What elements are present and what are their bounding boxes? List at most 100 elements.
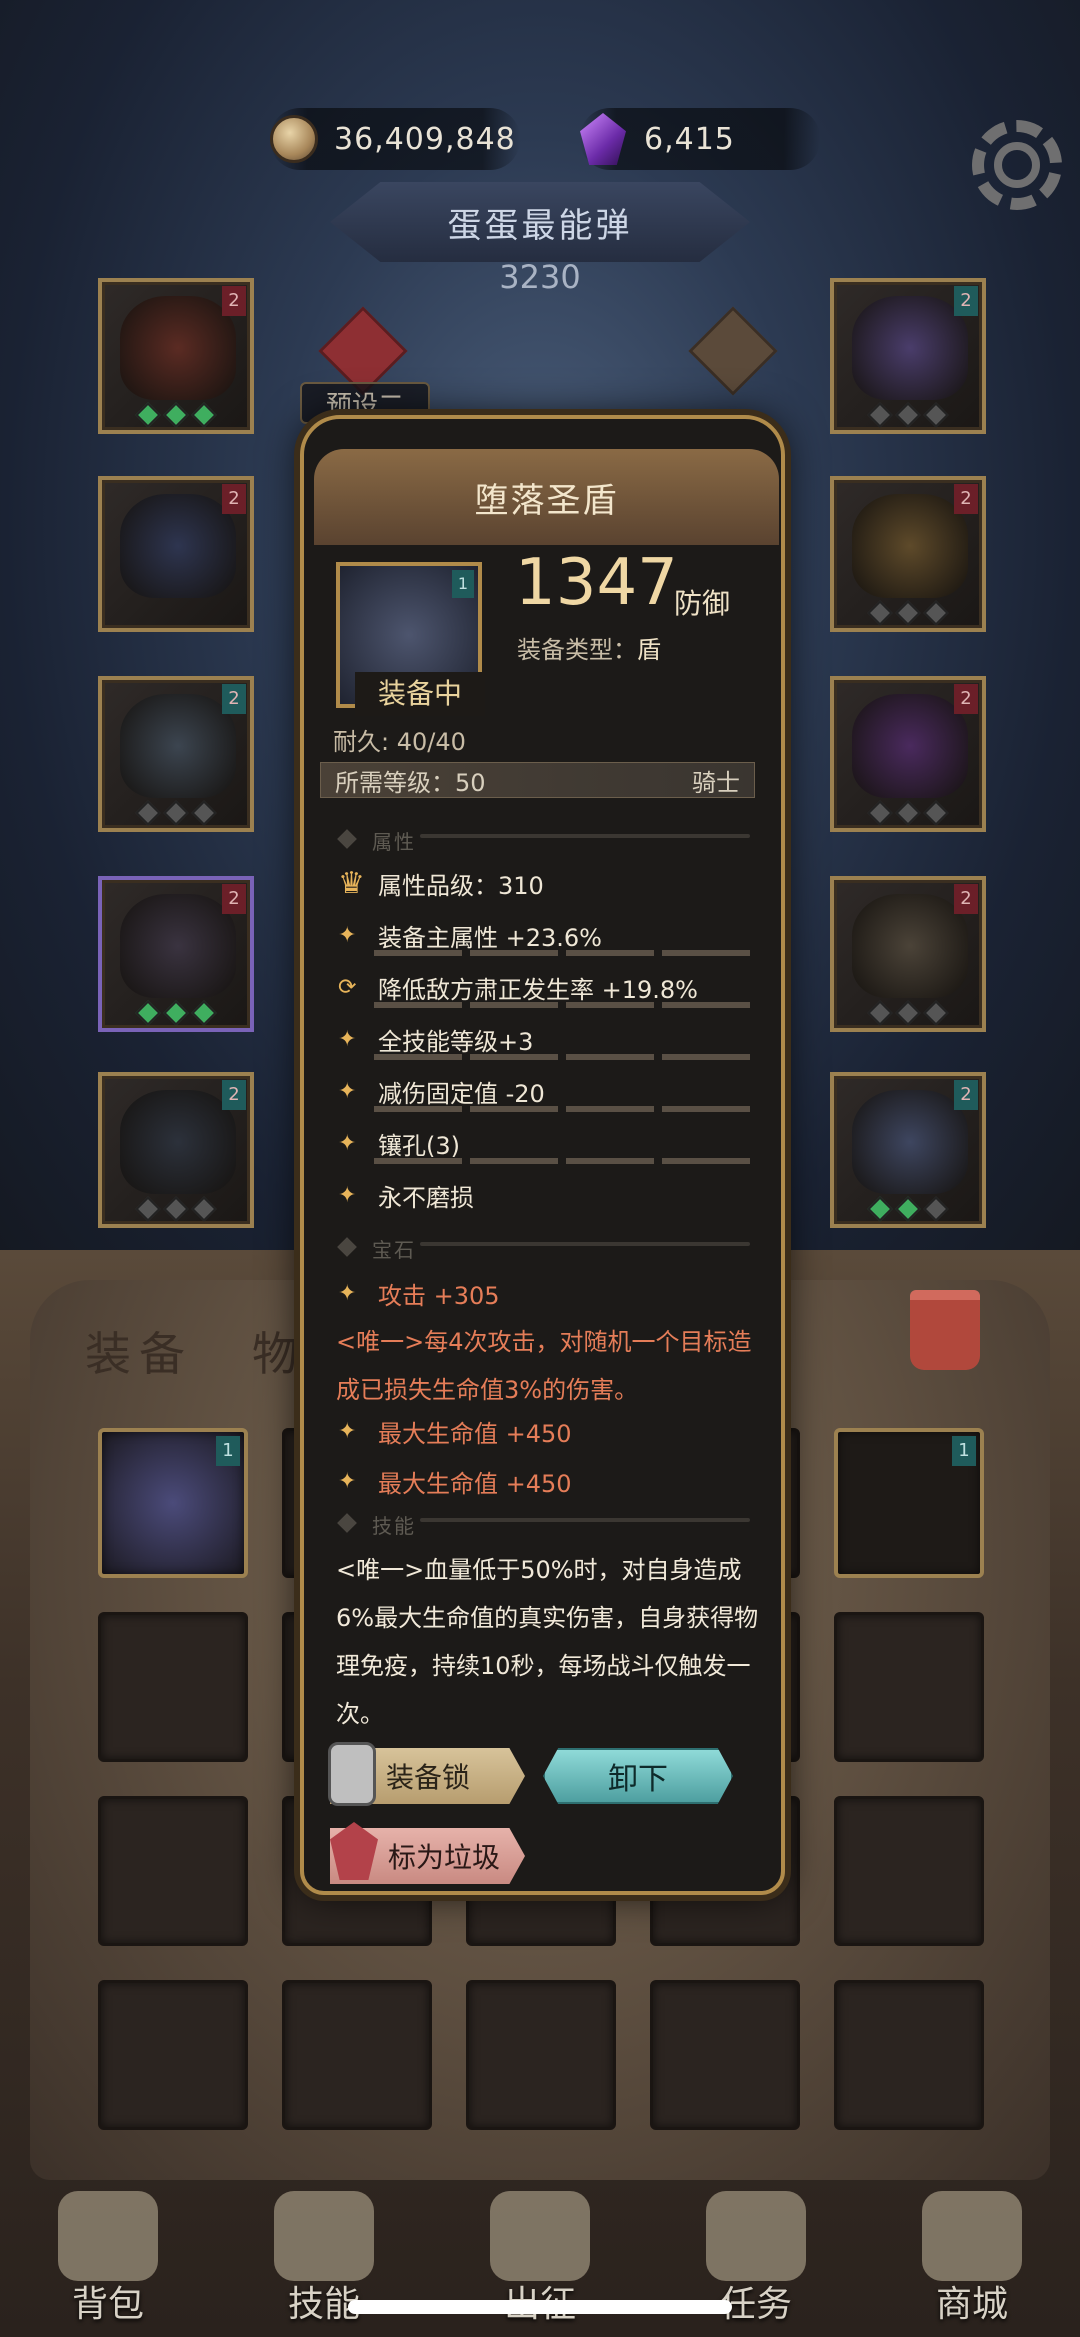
item-level-badge: 1 [452,570,474,598]
equipment-slot-left-3[interactable]: 2 [98,676,254,832]
slot-level-badge: 2 [222,884,246,914]
durability: 耐久: 40/40 [333,728,466,756]
socket-row [102,402,250,428]
sword-icon [490,2191,590,2281]
equipment-slot-left-5[interactable]: 2 [98,1072,254,1228]
socket-gem-icon [867,402,893,428]
socket-gem-icon [163,800,189,826]
equip-lock-label: 装备锁 [386,1761,471,1794]
star-icon: ✦ [338,1183,357,1208]
slot-level-badge: 2 [954,1080,978,1110]
section-skills: 技能 [372,1514,416,1538]
slot-level-badge: 2 [954,684,978,714]
equipment-slot-right-4[interactable]: 2 [830,876,986,1032]
requirement-bar: 所需等级：50 骑士 [320,762,755,798]
socket-gem-icon [191,402,217,428]
gem-attribute: ✦ 攻击 +305 [338,1276,500,1311]
tab-equipment[interactable]: 装备 [85,1318,193,1384]
equipment-slot-left-2[interactable]: 2 [98,476,254,632]
attribute-separator [374,1158,754,1164]
coin-icon [270,115,318,163]
equipment-art-icon [120,296,236,400]
item-name: 堕落圣盾 [474,480,619,521]
nav-label: 商城 [935,2284,1008,2325]
inventory-cell[interactable] [650,1980,800,2130]
equipment-slot-right-3[interactable]: 2 [830,676,986,832]
inventory-cell[interactable] [98,1612,248,1762]
gem-icon [580,113,626,165]
socket-gem-icon [135,402,161,428]
settings-gear-icon[interactable] [972,120,1062,210]
grade-crown-icon: ♛ [338,866,365,901]
item-level-badge: 1 [216,1436,240,1466]
team-name-banner: 蛋蛋最能弹 [330,182,750,262]
gem-attribute: ✦ 最大生命值 +450 [338,1464,572,1499]
skill-unique-effect: <唯一>血量低于50%时，对自身造成6%最大生命值的真实伤害，自身获得物理免疫，… [336,1556,759,1728]
mark-as-junk-label: 标为垃圾 [388,1841,501,1874]
equipment-slot-left-1[interactable]: 2 [98,278,254,434]
inventory-cell[interactable] [834,1796,984,1946]
gem-unique-effect: <唯一>每4次攻击，对随机一个目标造成已损失生命值3%的伤害。 [336,1328,752,1404]
socket-gem-icon [191,800,217,826]
unequip-label: 卸下 [608,1762,668,1797]
inventory-cell[interactable]: 1 [834,1428,984,1578]
socket-gem-icon [135,1000,161,1026]
attribute-separator [374,1106,754,1112]
nav-shop[interactable]: 商城 [882,2171,1062,2331]
section-divider [420,1518,750,1522]
socket-gem-icon [895,1000,921,1026]
gold-counter: 36,409,848 [270,108,520,170]
tab-items[interactable]: 物 [252,1318,306,1384]
socket-row [834,1000,982,1026]
inventory-cell[interactable] [282,1980,432,2130]
socket-gem-icon [895,1196,921,1222]
star-icon: ✦ [338,1469,357,1494]
equipped-label: 装备中 [355,672,485,716]
team-name: 蛋蛋最能弹 [447,205,633,246]
inventory-cell[interactable] [834,1612,984,1762]
socket-row [102,1196,250,1222]
unequip-button[interactable]: 卸下 [543,1748,733,1804]
trash-bin-icon[interactable] [910,1290,980,1370]
equipment-art-icon [120,694,236,798]
star-icon: ✦ [338,1027,357,1052]
gem-attribute-text: 攻击 +305 [378,1282,500,1310]
attribute-text: 减伤固定值 -20 [378,1080,545,1108]
nav-bag[interactable]: 背包 [18,2171,198,2331]
socket-gem-icon [923,1000,949,1026]
equipment-slot-right-5[interactable]: 2 [830,1072,986,1228]
inventory-cell[interactable] [98,1980,248,2130]
attribute-separator [374,1054,754,1060]
inventory-cell[interactable] [834,1980,984,2130]
socket-row [834,1196,982,1222]
attribute-line: ✦ 永不磨损 [338,1178,474,1213]
slot-level-badge: 2 [954,286,978,316]
equipment-art-icon [120,494,236,598]
socket-gem-icon [923,600,949,626]
inventory-cell[interactable] [466,1980,616,2130]
item-name-header: 堕落圣盾 [314,449,779,545]
home-indicator[interactable] [348,2300,732,2314]
attribute-separator [374,1002,754,1008]
socket-row [102,1000,250,1026]
star-icon: ✦ [338,1419,357,1444]
socket-gem-icon [163,402,189,428]
socket-gem-icon [867,800,893,826]
defense-value: 1347 [515,546,678,620]
equipment-slot-right-1[interactable]: 2 [830,278,986,434]
required-level: 所需等级：50 [335,768,486,797]
equipment-slot-left-4[interactable]: 2 [98,876,254,1032]
equipment-art-icon [120,894,236,998]
equipment-slot-right-2[interactable]: 2 [830,476,986,632]
slot-level-badge: 2 [954,884,978,914]
inventory-cell[interactable] [98,1796,248,1946]
inventory-cell[interactable]: 1 [98,1428,248,1578]
equipment-art-icon [852,1090,968,1194]
attribute-text: 永不磨损 [378,1184,474,1212]
socket-row [834,402,982,428]
section-divider [420,834,750,838]
attribute-separator [374,950,754,956]
gem-amount: 6,415 [644,121,735,157]
gem-attribute-text: 最大生命值 +450 [378,1470,572,1498]
refresh-icon: ⟳ [338,975,357,1000]
